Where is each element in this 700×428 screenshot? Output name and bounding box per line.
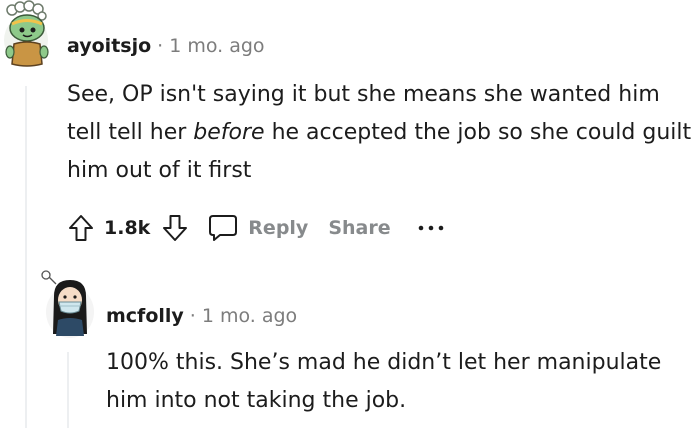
- timestamp[interactable]: 1 mo. ago: [169, 35, 264, 57]
- comment-body: See, OP isn't saying it but she means sh…: [67, 76, 697, 190]
- meta-separator: ·: [157, 35, 164, 57]
- comment-meta: mcfolly · 1 mo. ago: [106, 304, 297, 328]
- thread-line-reply[interactable]: [67, 352, 69, 428]
- meta-separator: ·: [189, 305, 196, 327]
- username[interactable]: mcfolly: [106, 305, 184, 327]
- snoo-avatar-icon: [4, 0, 49, 67]
- downvote-icon: [163, 215, 188, 241]
- downvote-button[interactable]: [158, 210, 192, 246]
- upvote-icon: [69, 215, 93, 241]
- comment-bubble-icon: [209, 215, 238, 241]
- avatar[interactable]: [40, 268, 96, 344]
- comment-body-emphasis: before: [193, 120, 265, 145]
- reply-label[interactable]: Reply: [248, 217, 308, 239]
- comment-body: 100% this. She’s mad he didn’t let her m…: [106, 350, 662, 413]
- more-icon: [418, 225, 443, 231]
- comment-meta: ayoitsjo · 1 mo. ago: [67, 34, 265, 58]
- comment-actions: 1.8k Reply Share: [64, 208, 449, 248]
- reply-button[interactable]: [206, 210, 240, 246]
- thread-line[interactable]: [25, 86, 27, 428]
- avatar[interactable]: [0, 0, 56, 72]
- more-options-button[interactable]: [413, 210, 449, 246]
- snoo-avatar-icon: [41, 270, 94, 338]
- username[interactable]: ayoitsjo: [67, 35, 151, 57]
- vote-count: 1.8k: [104, 217, 151, 239]
- share-button[interactable]: Share: [328, 217, 390, 239]
- timestamp[interactable]: 1 mo. ago: [202, 305, 297, 327]
- upvote-button[interactable]: [64, 210, 98, 246]
